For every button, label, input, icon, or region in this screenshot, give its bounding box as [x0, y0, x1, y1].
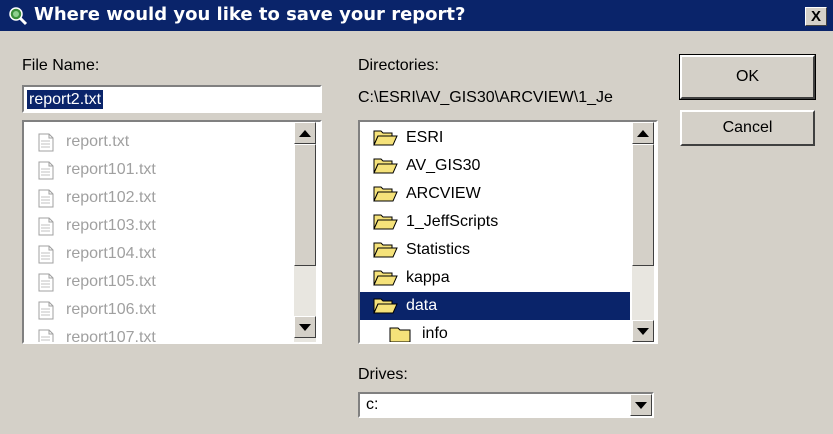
current-path: C:\ESRI\AV_GIS30\ARCVIEW\1_Je: [358, 89, 613, 106]
drives-label: Drives:: [358, 366, 408, 383]
file-list-scrollbar[interactable]: [294, 122, 316, 342]
directory-name: 1_JeffScripts: [406, 213, 499, 230]
directory-scroll-down-button[interactable]: [632, 320, 654, 342]
window-title: Where would you like to save your report…: [34, 4, 466, 25]
directory-item[interactable]: 1_JeffScripts: [360, 208, 630, 236]
file-list-item[interactable]: report106.txt: [24, 296, 292, 324]
file-name: report102.txt: [66, 189, 156, 206]
chevron-down-icon: [635, 401, 647, 409]
document-icon: [38, 161, 54, 179]
directory-item[interactable]: ARCVIEW: [360, 180, 630, 208]
file-list-scroll-up-button[interactable]: [294, 122, 316, 144]
directory-name: info: [422, 325, 448, 342]
file-name-value: report2.txt: [27, 90, 104, 109]
open-folder-icon: [373, 242, 398, 258]
directory-item[interactable]: data: [360, 292, 630, 320]
drives-value: c:: [366, 396, 379, 413]
open-folder-icon: [373, 298, 398, 314]
cancel-button[interactable]: Cancel: [680, 110, 815, 146]
file-list-item[interactable]: report105.txt: [24, 268, 292, 296]
open-folder-icon: [373, 186, 398, 202]
directory-item[interactable]: AV_GIS30: [360, 152, 630, 180]
file-list-item[interactable]: report103.txt: [24, 212, 292, 240]
file-name-input[interactable]: report2.txt: [22, 85, 322, 113]
drives-select[interactable]: c:: [358, 392, 654, 418]
file-name: report.txt: [66, 133, 130, 150]
directory-scroll-thumb[interactable]: [632, 144, 654, 266]
arrow-down-icon: [637, 327, 649, 335]
file-listbox[interactable]: report.txt report101.txt report102.txt repo…: [22, 120, 322, 344]
directory-scrollbar[interactable]: [632, 122, 654, 342]
file-name: report103.txt: [66, 217, 156, 234]
arrow-up-icon: [637, 129, 649, 137]
file-list-item[interactable]: report101.txt: [24, 156, 292, 184]
directory-name: data: [406, 297, 438, 314]
directory-name: ARCVIEW: [406, 185, 481, 202]
file-name-label: File Name:: [22, 57, 100, 74]
file-name: report104.txt: [66, 245, 156, 262]
directory-item[interactable]: Statistics: [360, 236, 630, 264]
directory-name: ESRI: [406, 129, 444, 146]
file-list-scroll-thumb[interactable]: [294, 144, 316, 266]
file-list-item[interactable]: report.txt: [24, 128, 292, 156]
directories-label: Directories:: [358, 57, 439, 74]
document-icon: [38, 245, 54, 263]
file-list-scroll-down-button[interactable]: [294, 316, 316, 338]
open-folder-icon: [373, 270, 398, 286]
file-name: report107.txt: [66, 329, 156, 344]
directory-item[interactable]: ESRI: [360, 124, 630, 152]
document-icon: [38, 301, 54, 319]
document-icon: [38, 329, 54, 342]
close-icon: X: [810, 8, 821, 25]
magnifier-app-icon: [9, 7, 28, 26]
directory-name: kappa: [406, 269, 450, 286]
file-name: report101.txt: [66, 161, 156, 178]
document-icon: [38, 133, 54, 151]
open-folder-icon: [373, 130, 398, 146]
document-icon: [38, 217, 54, 235]
directory-scroll-up-button[interactable]: [632, 122, 654, 144]
directory-item[interactable]: info: [360, 320, 630, 342]
directory-name: AV_GIS30: [406, 157, 481, 174]
file-list-item[interactable]: report102.txt: [24, 184, 292, 212]
arrow-up-icon: [299, 129, 311, 137]
open-folder-icon: [373, 158, 398, 174]
file-name: report106.txt: [66, 301, 156, 318]
directory-item[interactable]: kappa: [360, 264, 630, 292]
drives-dropdown-button[interactable]: [630, 394, 652, 416]
closed-folder-icon: [389, 327, 411, 342]
document-icon: [38, 273, 54, 291]
file-list-item[interactable]: report107.txt: [24, 324, 292, 344]
arrow-down-icon: [299, 323, 311, 331]
document-icon: [38, 189, 54, 207]
file-list-item[interactable]: report104.txt: [24, 240, 292, 268]
open-folder-icon: [373, 214, 398, 230]
close-button[interactable]: X: [805, 7, 827, 26]
directory-listbox[interactable]: ESRI AV_GIS30 ARCVIEW 1_JeffScripts Statisti…: [358, 120, 658, 344]
file-name: report105.txt: [66, 273, 156, 290]
ok-button[interactable]: OK: [679, 54, 816, 100]
directory-name: Statistics: [406, 241, 471, 258]
